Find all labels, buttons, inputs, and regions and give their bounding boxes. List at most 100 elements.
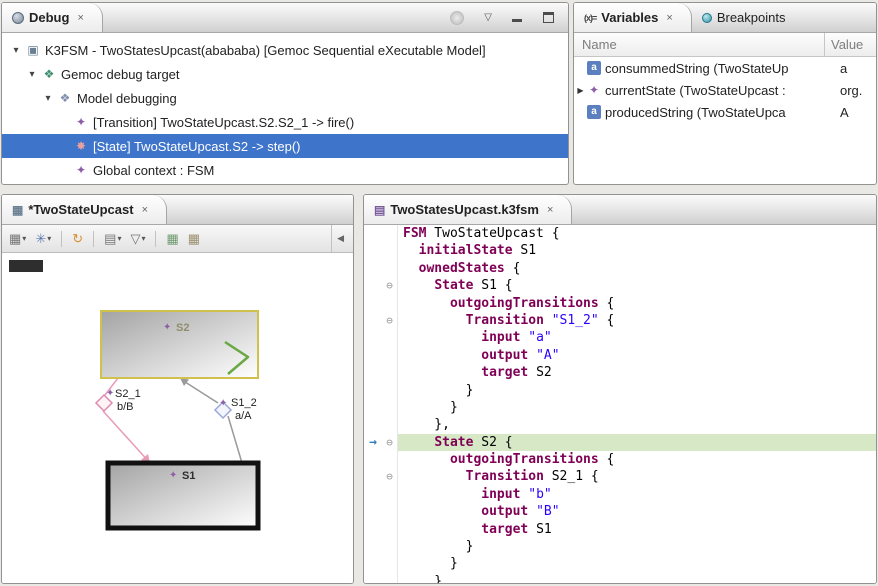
- code-line[interactable]: ownedStates {: [364, 260, 876, 277]
- code-line[interactable]: ⊖ State S1 {: [364, 277, 876, 294]
- code-line[interactable]: ⊖ Transition S2_1 {: [364, 468, 876, 485]
- code-text: }: [398, 573, 876, 584]
- code-line[interactable]: },: [364, 416, 876, 433]
- debug-tree-row[interactable]: ✸[State] TwoStateUpcast.S2 -> step(): [2, 134, 568, 158]
- tab-debug[interactable]: Debug ×: [2, 3, 103, 32]
- fold-marker-icon[interactable]: ⊖: [382, 312, 398, 329]
- transition-s1-2-edge[interactable]: [180, 378, 242, 463]
- diagram-toolbar: ▦▾✳▾ ↻ ▤▾▽▾ ▦ ▦ ◀: [2, 225, 353, 253]
- fold-gutter: [382, 573, 398, 584]
- tree-expander-icon[interactable]: ▾: [8, 45, 24, 56]
- debug-tree-row[interactable]: ✦Global context : FSM: [2, 158, 568, 182]
- close-icon[interactable]: ×: [547, 204, 553, 216]
- diagram-editor: ▦ *TwoStateUpcast × ▦▾✳▾↻▤▾▽▾▦▦◀: [1, 194, 354, 584]
- filters-icon[interactable]: ▽▾: [127, 230, 148, 247]
- refresh-icon[interactable]: ↻: [69, 230, 86, 247]
- code-line[interactable]: input "b": [364, 486, 876, 503]
- debug-tabbar: Debug × ▽: [2, 3, 568, 33]
- debug-tree-row[interactable]: ✦[Transition] TwoStateUpcast.S2.S2_1 -> …: [2, 110, 568, 134]
- code-line[interactable]: input "a": [364, 329, 876, 346]
- tab-variables-label: Variables: [601, 10, 658, 25]
- code-line[interactable]: FSM TwoStateUpcast {: [364, 225, 876, 242]
- variables-row[interactable]: ▶✦currentState (TwoStateUpcast :org.: [574, 79, 876, 101]
- eclipse-workbench: { "glyphs": { "close": "×", "menu": "▽",…: [0, 0, 878, 586]
- code-line[interactable]: ⊖ Transition "S1_2" {: [364, 312, 876, 329]
- column-header-name[interactable]: Name: [574, 37, 824, 52]
- code-line[interactable]: outgoingTransitions {: [364, 451, 876, 468]
- code-line[interactable]: initialState S1: [364, 242, 876, 259]
- annotation-gutter: [364, 538, 382, 555]
- code-line[interactable]: }: [364, 555, 876, 572]
- tab-breakpoints[interactable]: Breakpoints: [692, 3, 796, 32]
- layers-icon[interactable]: ▤▾: [101, 230, 124, 247]
- tab-diagram[interactable]: ▦ *TwoStateUpcast ×: [2, 195, 167, 224]
- k3fsm-editor: ▤ TwoStatesUpcast.k3fsm × FSM TwoStateUp…: [363, 194, 877, 584]
- close-icon[interactable]: ×: [142, 204, 148, 216]
- layout-mode-icon[interactable]: ▦▾: [6, 230, 29, 247]
- fold-marker-icon[interactable]: ⊖: [382, 434, 398, 451]
- state-icon: ✦: [163, 322, 171, 333]
- export-diagram-icon[interactable]: ▦: [163, 230, 181, 247]
- breakpoints-icon: [702, 13, 712, 23]
- code-area[interactable]: FSM TwoStateUpcast { initialState S1 own…: [364, 225, 876, 584]
- variable-name: producedString (TwoStateUpca: [605, 105, 832, 120]
- code-line[interactable]: output "B": [364, 503, 876, 520]
- variables-row[interactable]: aconsummedString (TwoStateUpa: [574, 57, 876, 79]
- code-line[interactable]: target S1: [364, 521, 876, 538]
- variables-tabbar: (x)= Variables × Breakpoints: [574, 3, 876, 33]
- overview-widget[interactable]: [9, 260, 43, 272]
- diagram-canvas[interactable]: ✦ S2 ✦ S1 ✦ S2_1 b/B ✦ S1_2 a/A: [2, 253, 353, 584]
- gear-icon[interactable]: [450, 11, 464, 25]
- collapse-palette-button[interactable]: ◀: [331, 225, 349, 252]
- tab-variables[interactable]: (x)= Variables ×: [574, 3, 692, 32]
- code-line[interactable]: }: [364, 538, 876, 555]
- code-line[interactable]: }: [364, 382, 876, 399]
- dropdown-arrow-icon[interactable]: ▾: [141, 234, 145, 243]
- fold-marker-icon[interactable]: ⊖: [382, 277, 398, 294]
- state-s1-node[interactable]: ✦ S1: [108, 463, 258, 528]
- debug-tree-label: Model debugging: [74, 91, 177, 106]
- stack-frame-icon: ✦: [72, 163, 90, 177]
- tree-expander-icon[interactable]: ▾: [40, 93, 56, 104]
- debug-tree-row[interactable]: ▾❖Model debugging: [2, 86, 568, 110]
- debug-tree-row[interactable]: ▾❖Gemoc debug target: [2, 62, 568, 86]
- dropdown-arrow-icon[interactable]: ▾: [117, 234, 121, 243]
- code-line[interactable]: }: [364, 573, 876, 584]
- dropdown-arrow-icon[interactable]: ▾: [22, 234, 26, 243]
- selection-mode-icon[interactable]: ✳▾: [32, 230, 54, 247]
- code-text: Transition S2_1 {: [398, 468, 876, 485]
- debug-bug-icon: [12, 12, 24, 24]
- export-diagram-icon: ▦: [166, 232, 178, 245]
- annotation-gutter: [364, 573, 382, 584]
- code-text: }: [398, 555, 876, 572]
- code-text: }: [398, 382, 876, 399]
- code-line[interactable]: }: [364, 399, 876, 416]
- maximize-icon[interactable]: [543, 12, 554, 23]
- debug-tree-label: [State] TwoStateUpcast.S2 -> step(): [90, 139, 301, 154]
- export-table-icon[interactable]: ▦: [185, 230, 203, 247]
- code-line[interactable]: output "A": [364, 347, 876, 364]
- column-header-value[interactable]: Value: [825, 37, 863, 52]
- fold-gutter: [382, 486, 398, 503]
- close-icon[interactable]: ×: [77, 12, 83, 24]
- code-text: }: [398, 399, 876, 416]
- diagram-file-icon: ▦: [12, 203, 23, 217]
- tree-expander-icon[interactable]: ▾: [24, 69, 40, 80]
- dropdown-arrow-icon[interactable]: ▾: [47, 234, 51, 243]
- code-line[interactable]: outgoingTransitions {: [364, 295, 876, 312]
- fold-marker-icon[interactable]: ⊖: [382, 468, 398, 485]
- minimize-icon[interactable]: [512, 12, 523, 23]
- tab-k3fsm-file[interactable]: ▤ TwoStatesUpcast.k3fsm ×: [364, 195, 572, 224]
- view-menu-icon[interactable]: ▽: [484, 12, 492, 23]
- annotation-gutter: [364, 242, 382, 259]
- fold-gutter: [382, 225, 398, 242]
- close-icon[interactable]: ×: [666, 12, 672, 24]
- debug-view-tools: ▽: [450, 3, 554, 32]
- code-line[interactable]: →⊖ State S2 {: [364, 434, 876, 451]
- debug-tree-row[interactable]: ▾▣K3FSM - TwoStatesUpcast(abababa) [Gemo…: [2, 38, 568, 62]
- tab-diagram-label: *TwoStateUpcast: [28, 202, 133, 217]
- variables-row[interactable]: aproducedString (TwoStateUpcaA: [574, 101, 876, 123]
- code-line[interactable]: target S2: [364, 364, 876, 381]
- row-expander-icon[interactable]: ▶: [574, 86, 587, 95]
- code-text: input "b": [398, 486, 876, 503]
